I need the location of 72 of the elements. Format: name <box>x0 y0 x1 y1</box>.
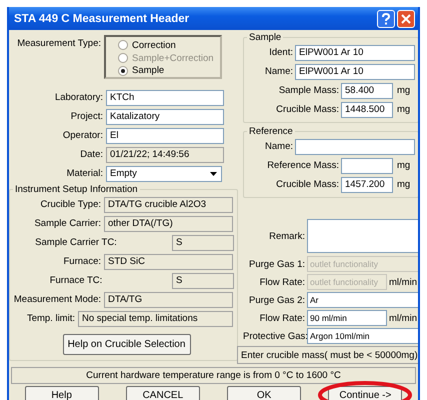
field-label: Sample Carrier: <box>33 218 102 229</box>
unit-label: mg <box>396 160 410 171</box>
unit-label: mg <box>396 85 410 96</box>
input-field[interactable]: DTA/TG crucible Al2O3 <box>104 196 233 212</box>
radio-option[interactable]: Correction <box>118 39 220 52</box>
field-label: Crucible Type: <box>39 199 102 210</box>
input-field[interactable]: other DTA(/TG) <box>104 216 233 232</box>
question-icon <box>381 12 391 24</box>
input-field[interactable]: ElPW001 Ar 10 <box>295 64 415 80</box>
radio-option[interactable]: Sample <box>118 64 220 78</box>
close-button[interactable] <box>397 10 415 28</box>
field-label: Purge Gas 2: <box>248 294 306 306</box>
remark-field[interactable] <box>307 219 418 253</box>
dialog-button[interactable]: OK <box>227 386 302 400</box>
group-title: Reference <box>248 126 294 137</box>
hint-text: Enter crucible mass( must be < 50000mg) <box>237 346 418 364</box>
input-field[interactable] <box>295 138 415 154</box>
field-label: Flow Rate: <box>258 276 306 288</box>
input-field[interactable]: Argon 10ml/min <box>307 328 418 344</box>
help-button[interactable] <box>377 10 395 28</box>
field-label: Name: <box>264 141 294 152</box>
close-icon <box>401 14 411 24</box>
field-label: Flow Rate: <box>258 312 306 324</box>
dropdown[interactable]: Empty <box>106 166 222 182</box>
input-field[interactable]: ElPW001 Ar 10 <box>295 44 415 60</box>
field-label: Furnace TC: <box>48 275 104 286</box>
group-title: Instrument Setup Information <box>14 184 139 195</box>
help-crucible-button[interactable]: Help on Crucible Selection <box>62 334 190 355</box>
field-label: Sample Carrier TC: <box>34 237 118 248</box>
unit-label: ml/min <box>388 276 417 288</box>
input-field[interactable]: El <box>106 128 224 144</box>
field-label: Crucible Mass: <box>275 179 340 190</box>
input-field[interactable]: STD SiC <box>104 254 233 270</box>
input-field[interactable] <box>341 158 393 174</box>
input-field[interactable]: DTA/TG <box>104 292 233 308</box>
field-label: Operator: <box>62 130 104 141</box>
field-label: Reference Mass: <box>266 160 340 171</box>
dialog-button[interactable]: Continue -> <box>328 386 402 400</box>
input-field[interactable]: Katalizatory <box>106 108 224 124</box>
input-field[interactable]: KTCh <box>106 90 224 106</box>
field-label: Purge Gas 1: <box>248 258 306 270</box>
input-field[interactable]: S <box>172 272 234 288</box>
field-label: Name: <box>264 66 294 77</box>
field-label: Furnace: <box>62 256 102 267</box>
unit-label: mg <box>396 179 410 190</box>
field-label: Crucible Mass: <box>275 104 340 115</box>
field-label: Material: <box>66 168 104 179</box>
status-text: Current hardware temperature range is from 0 °C to 1600 °C <box>11 367 416 384</box>
field-label: Ident: <box>268 47 294 58</box>
field-label: Sample Mass: <box>278 85 340 96</box>
window-title: STA 449 C Measurement Header <box>14 12 190 24</box>
dialog-button[interactable]: CANCEL <box>126 386 200 400</box>
field-label: Laboratory: <box>54 92 104 103</box>
field-label: Date: <box>79 149 104 160</box>
unit-label: mg <box>396 104 410 115</box>
input-field[interactable]: 1448.500 <box>341 102 393 118</box>
field-label: Measurement Type: <box>16 38 102 49</box>
field-label: Protective Gas: <box>243 330 307 342</box>
input-field[interactable]: 1457.200 <box>341 176 393 192</box>
dialog-button[interactable]: Help <box>24 386 99 400</box>
field-label: Temp. limit: <box>26 313 76 324</box>
group-title: Sample <box>248 32 282 43</box>
field-label: Measurement Mode: <box>13 294 102 305</box>
input-field[interactable]: S <box>172 234 234 250</box>
input-field[interactable]: 58.400 <box>341 82 393 98</box>
input-field[interactable]: 90 ml/min <box>307 310 387 326</box>
field-label: Project: <box>70 111 104 122</box>
field-label: Remark: <box>268 230 306 242</box>
input-field[interactable]: 01/21/22; 14:49:56 <box>106 146 224 162</box>
input-field[interactable]: No special temp. limitations <box>78 310 233 326</box>
unit-label: ml/min <box>388 312 417 324</box>
input-field[interactable]: Ar <box>307 292 418 308</box>
